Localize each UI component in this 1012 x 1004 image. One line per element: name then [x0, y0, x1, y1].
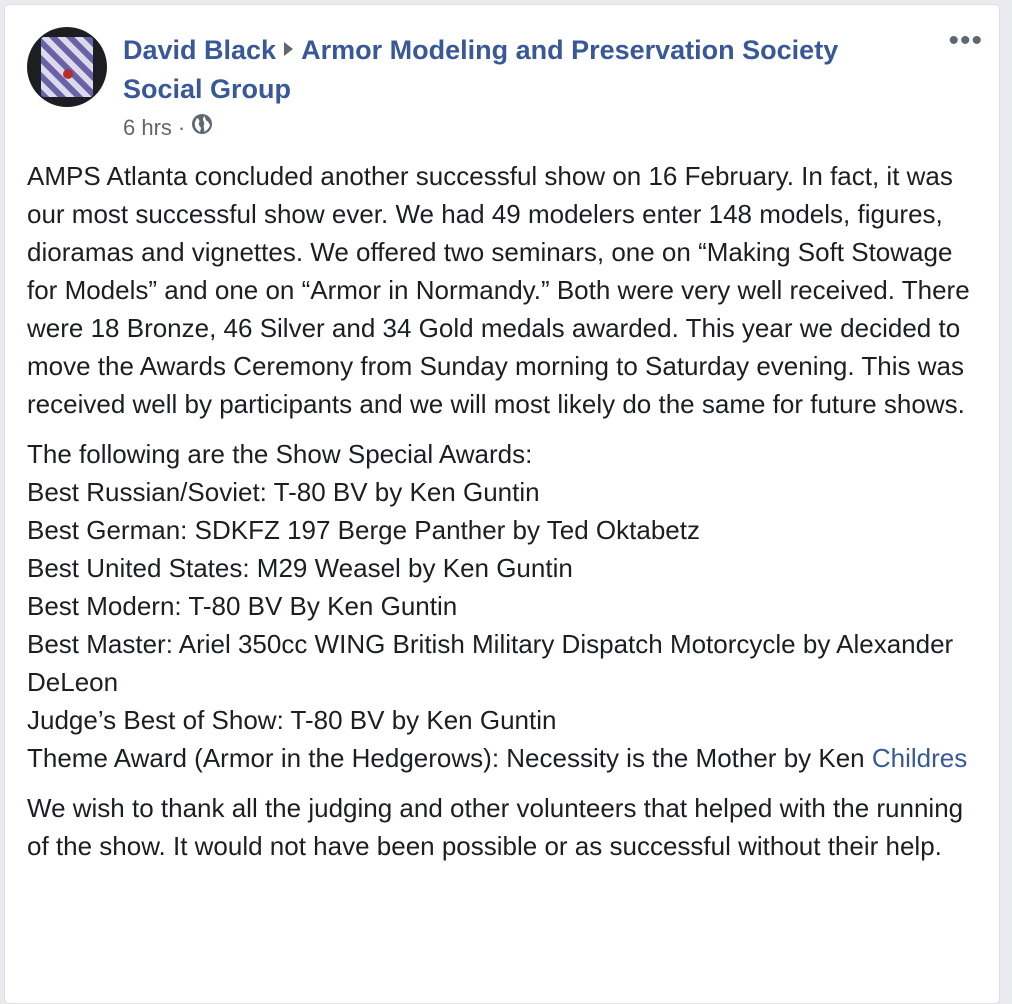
post-paragraph-1: AMPS Atlanta concluded another successfu…	[27, 161, 970, 419]
post-card: David Black Armor Modeling and Preservati…	[4, 4, 1000, 1004]
author-name-link[interactable]: David Black	[123, 35, 276, 65]
shared-to-arrow-icon	[284, 42, 294, 56]
award-item: Judge’s Best of Show: T-80 BV by Ken Gun…	[27, 705, 557, 735]
meta-separator: ·	[177, 115, 186, 140]
award-item: Best Modern: T-80 BV By Ken Guntin	[27, 591, 458, 621]
more-options-icon[interactable]: •••	[948, 26, 983, 56]
avatar-image	[41, 37, 93, 97]
post-paragraph-awards: The following are the Show Special Award…	[27, 435, 987, 777]
post-paragraph-3: We wish to thank all the judging and oth…	[27, 793, 964, 861]
award-item: Best Master: Ariel 350cc WING British Mi…	[27, 629, 954, 697]
award-item: Best United States: M29 Weasel by Ken Gu…	[27, 553, 573, 583]
post-meta: 6 hrs ·	[123, 113, 213, 143]
avatar-emblem	[63, 69, 73, 79]
award-item: Best Russian/Soviet: T-80 BV by Ken Gunt…	[27, 477, 540, 507]
award-item-theme: Theme Award (Armor in the Hedgerows): Ne…	[27, 739, 987, 777]
awards-intro: The following are the Show Special Award…	[27, 439, 533, 469]
author-avatar[interactable]	[27, 27, 107, 107]
post-timestamp[interactable]: 6 hrs	[123, 113, 172, 143]
award-item: Best German: SDKFZ 197 Berge Panther by …	[27, 515, 700, 545]
post-body: AMPS Atlanta concluded another successfu…	[27, 157, 987, 877]
theme-award-text: Theme Award (Armor in the Hedgerows): Ne…	[27, 743, 865, 773]
profile-link[interactable]: Childres	[872, 743, 967, 773]
globe-icon[interactable]	[191, 113, 213, 143]
post-header: David Black Armor Modeling and Preservati…	[123, 31, 923, 109]
